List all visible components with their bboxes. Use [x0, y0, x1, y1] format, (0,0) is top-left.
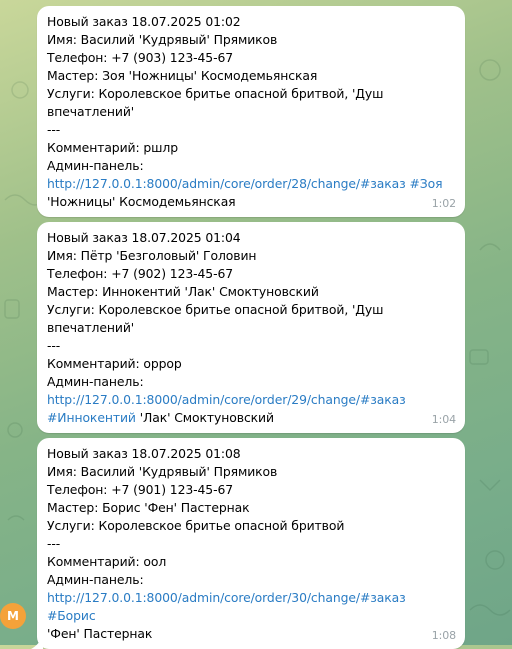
- admin-label: Админ-панель:: [47, 374, 144, 389]
- master-name: Мастер: Иннокентий 'Лак' Смоктуновский: [47, 284, 319, 299]
- separator: ---: [47, 122, 61, 137]
- admin-label: Админ-панель:: [47, 572, 144, 587]
- master-surname: 'Фен' Пастернак: [47, 626, 153, 641]
- sender-avatar[interactable]: М: [0, 603, 26, 629]
- message-time: 1:04: [431, 413, 456, 426]
- hashtags[interactable]: #заказ: [360, 392, 406, 407]
- client-name: Имя: Пётр 'Безголовый' Головин: [47, 248, 257, 263]
- message-bubble[interactable]: Новый заказ 18.07.2025 01:02 Имя: Васили…: [37, 6, 465, 217]
- client-name: Имя: Василий 'Кудрявый' Прямиков: [47, 32, 278, 47]
- services: Услуги: Королевское бритье опасной бритв…: [47, 86, 384, 101]
- client-phone: Телефон: +7 (903) 123-45-67: [47, 50, 234, 65]
- services-continued: впечатлений': [47, 320, 135, 335]
- admin-link[interactable]: http://127.0.0.1:8000/admin/core/order/3…: [47, 590, 360, 605]
- master-name: Мастер: Борис 'Фен' Пастернак: [47, 500, 250, 515]
- message-bubble[interactable]: Новый заказ 18.07.2025 01:04 Имя: Пётр '…: [37, 222, 465, 433]
- services: Услуги: Королевское бритье опасной бритв…: [47, 302, 384, 317]
- client-phone: Телефон: +7 (902) 123-45-67: [47, 266, 234, 281]
- admin-link[interactable]: http://127.0.0.1:8000/admin/core/order/2…: [47, 176, 360, 191]
- comment: Комментарий: ршлр: [47, 140, 178, 155]
- comment: Комментарий: оол: [47, 554, 167, 569]
- hashtags[interactable]: #заказ #Зоя: [360, 176, 443, 191]
- order-header: Новый заказ 18.07.2025 01:02: [47, 14, 241, 29]
- master-surname: 'Лак' Смоктуновский: [135, 410, 274, 425]
- message-time: 1:02: [431, 197, 456, 210]
- master-name: Мастер: Зоя 'Ножницы' Космодемьянская: [47, 68, 318, 83]
- separator: ---: [47, 338, 61, 353]
- message-time: 1:08: [431, 629, 456, 642]
- order-header: Новый заказ 18.07.2025 01:04: [47, 230, 241, 245]
- admin-label: Админ-панель:: [47, 158, 144, 173]
- master-surname: 'Ножницы' Космодемьянская: [47, 194, 236, 209]
- separator: ---: [47, 536, 61, 551]
- bubble-tail: [31, 635, 43, 649]
- admin-link[interactable]: http://127.0.0.1:8000/admin/core/order/2…: [47, 392, 360, 407]
- hashtag-master[interactable]: #Иннокентий: [47, 410, 136, 425]
- client-phone: Телефон: +7 (901) 123-45-67: [47, 482, 234, 497]
- order-header: Новый заказ 18.07.2025 01:08: [47, 446, 241, 461]
- client-name: Имя: Василий 'Кудрявый' Прямиков: [47, 464, 278, 479]
- services: Услуги: Королевское бритье опасной бритв…: [47, 518, 345, 533]
- services-continued: впечатлений': [47, 104, 135, 119]
- comment: Комментарий: оррор: [47, 356, 182, 371]
- message-bubble[interactable]: Новый заказ 18.07.2025 01:08 Имя: Васили…: [31, 438, 465, 649]
